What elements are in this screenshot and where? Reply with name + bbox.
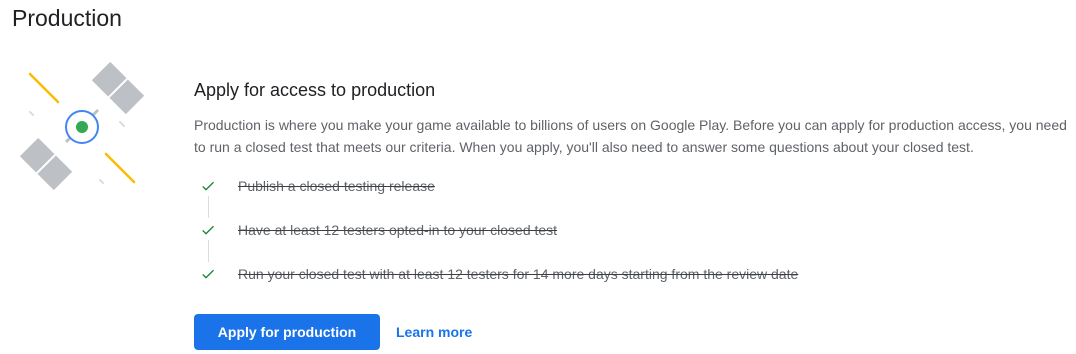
production-access-section: Apply for access to production Productio… xyxy=(194,76,1070,294)
learn-more-link[interactable]: Learn more xyxy=(396,324,472,340)
checklist-item-label: Have at least 12 testers opted-in to you… xyxy=(238,222,558,238)
satellite-icon xyxy=(19,61,145,191)
checklist-connector xyxy=(208,196,209,218)
check-icon xyxy=(194,264,222,284)
requirements-checklist: Publish a closed testing release Have at… xyxy=(194,176,1070,294)
apply-for-production-button[interactable]: Apply for production xyxy=(194,314,380,350)
checklist-connector xyxy=(208,240,209,262)
page-title: Production xyxy=(12,5,122,31)
checklist-item: Run your closed test with at least 12 te… xyxy=(194,264,798,284)
action-bar: Apply for production Learn more xyxy=(194,314,472,350)
checklist-item-label: Run your closed test with at least 12 te… xyxy=(238,266,799,282)
checklist-item-label: Publish a closed testing release xyxy=(238,178,435,194)
section-heading: Apply for access to production xyxy=(194,80,436,100)
satellite-illustration xyxy=(18,61,148,196)
check-icon xyxy=(194,220,222,240)
check-icon xyxy=(194,176,222,196)
checklist-item: Have at least 12 testers opted-in to you… xyxy=(194,220,557,240)
section-description: Production is where you make your game a… xyxy=(194,117,1067,155)
checklist-item: Publish a closed testing release xyxy=(194,176,435,196)
